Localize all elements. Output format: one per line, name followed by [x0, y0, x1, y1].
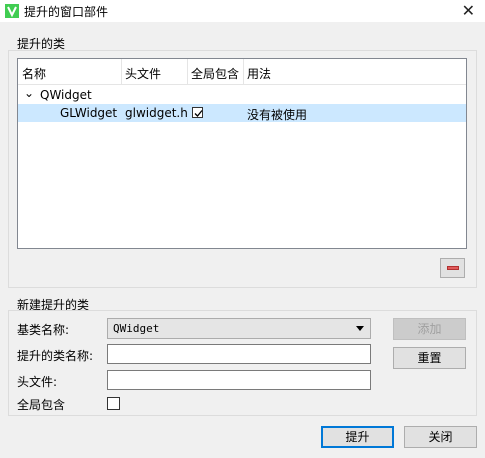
window-title: 提升的窗口部件: [24, 5, 109, 19]
reset-button[interactable]: 重置: [393, 347, 466, 369]
class-name-input[interactable]: [107, 344, 371, 364]
qt-designer-icon: [5, 4, 19, 18]
checkmark-icon: [194, 110, 203, 117]
dropdown-arrow-icon: [356, 326, 364, 331]
minus-icon: [447, 266, 459, 270]
promoted-class-name: GLWidget: [60, 106, 118, 120]
promoted-class-header: glwidget.h: [125, 106, 188, 120]
column-divider: [187, 59, 188, 85]
add-button[interactable]: 添加: [393, 318, 466, 340]
global-include-checkbox-row[interactable]: [192, 107, 203, 118]
column-header-name[interactable]: 名称: [22, 65, 46, 82]
promoted-class-usage: 没有被使用: [247, 108, 308, 122]
tree-row-base-class[interactable]: ⌄ QWidget: [18, 86, 466, 104]
title-bar: 提升的窗口部件 ✕: [0, 0, 485, 22]
promoted-classes-tree[interactable]: 名称 头文件 全局包含 用法 ⌄ QWidget GLWidget glwidg…: [17, 58, 467, 249]
promote-button[interactable]: 提升: [321, 426, 394, 448]
tree-row-promoted-class[interactable]: GLWidget glwidget.h 没有被使用: [18, 104, 466, 122]
close-button[interactable]: 关闭: [404, 426, 477, 448]
close-icon[interactable]: ✕: [462, 1, 475, 20]
column-divider: [121, 59, 122, 85]
global-include-checkbox[interactable]: [107, 397, 120, 410]
column-header-usage[interactable]: 用法: [247, 65, 271, 82]
header-file-label: 头文件:: [17, 375, 58, 389]
class-name-label: 提升的类名称:: [17, 349, 94, 363]
base-class-label: 基类名称:: [17, 323, 70, 337]
column-divider: [243, 59, 244, 85]
column-header-global-include[interactable]: 全局包含: [191, 65, 239, 82]
remove-button[interactable]: [440, 258, 465, 278]
column-header-header-file[interactable]: 头文件: [125, 65, 161, 82]
header-file-input[interactable]: [107, 370, 371, 390]
tree-header: 名称 头文件 全局包含 用法: [18, 59, 466, 85]
base-class-select[interactable]: QWidget: [107, 318, 371, 339]
base-class-name: QWidget: [40, 88, 92, 102]
base-class-select-value: QWidget: [113, 322, 160, 335]
expand-chevron-icon[interactable]: ⌄: [24, 86, 34, 100]
global-include-label: 全局包含: [17, 398, 66, 412]
